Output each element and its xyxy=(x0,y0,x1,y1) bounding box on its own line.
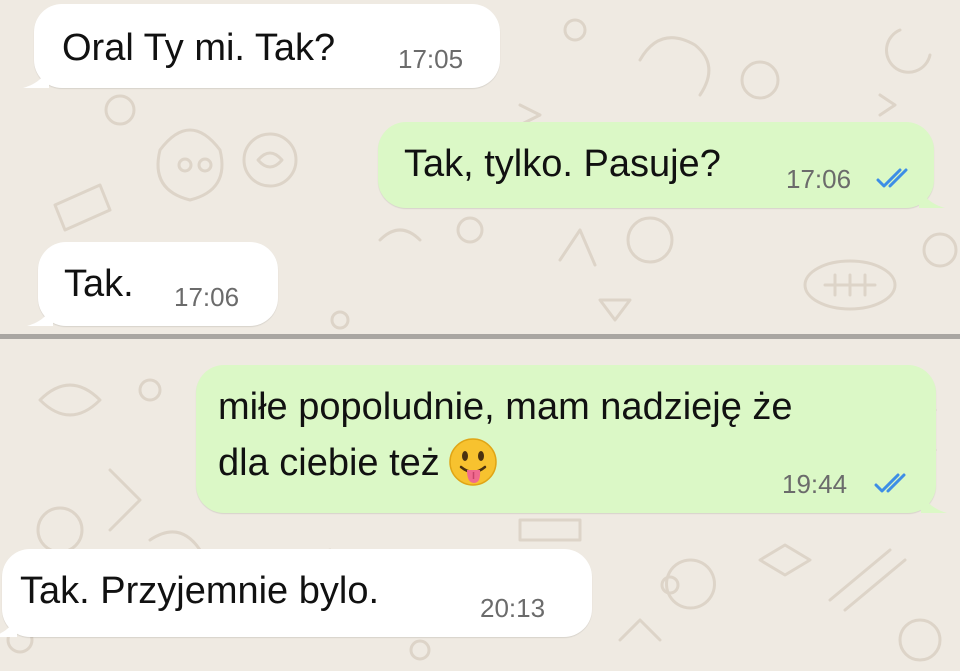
double-check-icon xyxy=(874,473,906,493)
double-check-icon xyxy=(876,168,908,188)
message-text-line-with-emoji: dla ciebie też xyxy=(218,437,498,489)
message-timestamp: 20:13 xyxy=(480,593,546,623)
message-bubble-incoming[interactable]: Tak. Przyjemnie bylo. 20:13 xyxy=(0,549,592,637)
message-timestamp: 17:06 xyxy=(174,282,240,312)
message-text: Tak. xyxy=(64,263,134,305)
message-bubble-outgoing[interactable]: miłe popoludnie, mam nadzieję że dla cie… xyxy=(196,365,947,513)
message-text: Oral Ty mi. Tak? xyxy=(62,27,336,69)
message-timestamp: 17:06 xyxy=(786,164,852,194)
message-text: Tak, tylko. Pasuje? xyxy=(404,143,721,185)
bubble-tail xyxy=(23,62,49,88)
bubble-tail xyxy=(27,300,53,326)
bubble-tail xyxy=(921,487,947,513)
message-bubble-incoming[interactable]: Oral Ty mi. Tak? 17:05 xyxy=(23,4,500,88)
bubble-tail xyxy=(0,611,17,637)
face-with-tongue-emoji xyxy=(449,438,497,486)
message-text: Tak. Przyjemnie bylo. xyxy=(20,570,380,612)
message-timestamp: 17:05 xyxy=(398,44,464,74)
message-bubble-outgoing[interactable]: Tak, tylko. Pasuje? 17:06 xyxy=(378,122,945,208)
message-text-line: miłe popoludnie, mam nadzieję że xyxy=(218,386,793,428)
bubble-tail xyxy=(919,182,945,208)
message-timestamp: 19:44 xyxy=(782,469,848,499)
screenshot-divider xyxy=(0,334,960,339)
message-text-line: dla ciebie też xyxy=(218,442,440,484)
message-bubble-incoming[interactable]: Tak. 17:06 xyxy=(27,242,278,326)
